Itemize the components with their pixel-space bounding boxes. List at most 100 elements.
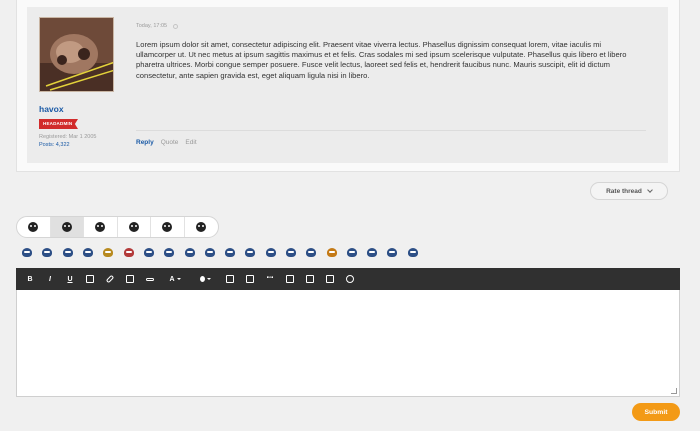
smiley-button[interactable] <box>321 246 341 258</box>
emoticon-tab-1[interactable] <box>17 217 51 237</box>
emoticon-tab-5[interactable] <box>151 217 185 237</box>
smiley-icon <box>346 247 357 257</box>
smiley-button[interactable] <box>58 246 78 258</box>
smiley-button[interactable] <box>220 246 240 258</box>
registered-date: Registered: Mar 1 2005 <box>39 134 97 140</box>
smiley-button[interactable] <box>382 246 402 258</box>
smiley-button[interactable] <box>139 246 159 258</box>
smiley-button[interactable] <box>301 246 321 258</box>
post-count[interactable]: Posts: 4,322 <box>39 142 70 148</box>
smiley-button[interactable] <box>261 246 281 258</box>
submit-button[interactable]: Submit <box>632 403 680 421</box>
smiley-button[interactable] <box>200 246 220 258</box>
italic-button[interactable]: I <box>40 269 60 289</box>
image-icon <box>126 275 134 283</box>
emoticon-tab-2[interactable] <box>50 217 84 237</box>
edit-link[interactable]: Edit <box>185 139 196 146</box>
align-icon <box>246 275 254 283</box>
smiley-icon <box>42 247 53 257</box>
rate-thread-button[interactable]: Rate thread <box>590 182 668 200</box>
post-meta: Today, 17:05 <box>136 23 179 29</box>
chevron-down-icon <box>647 186 653 193</box>
emoticon-tabs <box>16 216 219 238</box>
spoiler-icon <box>306 275 314 283</box>
smiley-icon <box>143 247 154 257</box>
permalink-icon[interactable] <box>173 23 179 29</box>
post-body: Lorem ipsum dolor sit amet, consectetur … <box>136 40 627 80</box>
smiley-icon <box>245 247 256 257</box>
smiley-button[interactable] <box>281 246 301 258</box>
smiley-icon <box>123 247 134 257</box>
media-icon <box>146 277 154 281</box>
link-icon <box>105 274 115 284</box>
smiley-button[interactable] <box>78 246 98 258</box>
smiley-button[interactable] <box>403 246 423 258</box>
smiley-icon <box>103 247 114 257</box>
avatar[interactable] <box>39 17 114 92</box>
smiley-icon <box>387 247 398 257</box>
smiley-icon <box>326 247 337 257</box>
username[interactable]: havox <box>39 104 64 114</box>
message-textarea[interactable] <box>16 290 680 397</box>
smiley-icon <box>265 247 276 257</box>
resize-handle-icon[interactable] <box>671 388 677 394</box>
smiley-icon <box>306 247 317 257</box>
bold-button[interactable]: B <box>20 269 40 289</box>
reply-link[interactable]: Reply <box>136 139 154 146</box>
font-size-button[interactable]: A <box>160 269 190 289</box>
smiley-button[interactable] <box>118 246 138 258</box>
post-timestamp: Today, 17:05 <box>136 23 168 29</box>
smiley-button[interactable] <box>179 246 199 258</box>
smiley-button[interactable] <box>362 246 382 258</box>
smilies-row <box>17 246 423 258</box>
smiley-button[interactable] <box>240 246 260 258</box>
smiley-button[interactable] <box>98 246 118 258</box>
droplet-icon <box>199 276 205 282</box>
strikethrough-button[interactable] <box>80 269 100 289</box>
quote-link[interactable]: Quote <box>161 139 179 146</box>
smiley-icon <box>83 247 94 257</box>
emoticon-tab-6[interactable] <box>185 217 219 237</box>
spoiler-button[interactable] <box>300 269 320 289</box>
smiley-icon <box>367 247 378 257</box>
rank-badge: HEADADMIN <box>39 119 78 129</box>
smiley-button[interactable] <box>342 246 362 258</box>
list-icon <box>226 275 234 283</box>
smiley-icon <box>164 247 175 257</box>
source-button[interactable] <box>320 269 340 289</box>
smiley-icon <box>407 247 418 257</box>
preview-button[interactable] <box>340 269 360 289</box>
smiley-button[interactable] <box>17 246 37 258</box>
rate-thread-label: Rate thread <box>606 187 642 195</box>
smiley-button[interactable] <box>37 246 57 258</box>
code-icon <box>286 275 294 283</box>
list-button[interactable] <box>220 269 240 289</box>
emoticon-tab-3[interactable] <box>84 217 118 237</box>
quote-button[interactable]: ““ <box>260 269 280 289</box>
smiley-button[interactable] <box>159 246 179 258</box>
align-button[interactable] <box>240 269 260 289</box>
smiley-icon <box>286 247 296 257</box>
link-button[interactable] <box>100 269 120 289</box>
editor-toolbar: B I U A ““ <box>16 268 680 290</box>
font-size-label: A <box>169 275 175 283</box>
post-card <box>27 7 668 163</box>
smiley-icon <box>22 247 33 257</box>
source-icon <box>326 275 334 283</box>
smiley-icon <box>62 247 73 257</box>
smiley-icon <box>184 247 195 257</box>
smiley-icon <box>128 222 139 232</box>
smiley-icon <box>225 247 236 257</box>
color-button[interactable] <box>190 269 220 289</box>
code-button[interactable] <box>280 269 300 289</box>
emoticon-tab-4[interactable] <box>118 217 151 237</box>
image-button[interactable] <box>120 269 140 289</box>
media-button[interactable] <box>140 269 160 289</box>
underline-button[interactable]: U <box>60 269 80 289</box>
smiley-icon <box>61 222 72 232</box>
post-actions: Reply Quote Edit <box>136 139 197 146</box>
post-divider <box>136 130 646 131</box>
smiley-icon <box>95 222 106 232</box>
smiley-icon <box>196 222 207 232</box>
spade-icon <box>162 222 173 232</box>
